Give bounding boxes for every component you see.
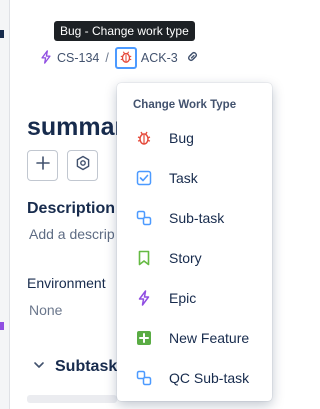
type-tooltip: Bug - Change work type: [54, 21, 195, 41]
environment-value[interactable]: None: [29, 302, 62, 318]
plus-icon: [35, 155, 51, 176]
environment-label: Environment: [27, 275, 106, 291]
menu-item-epic[interactable]: Epic: [117, 278, 272, 318]
epic-icon: [136, 290, 152, 306]
menu-item-label: Story: [169, 250, 202, 266]
issue-title[interactable]: summar: [27, 113, 124, 142]
menu-item-label: Bug: [169, 130, 194, 146]
menu-item-label: New Feature: [169, 330, 250, 346]
hexagon-settings-icon: [75, 155, 91, 176]
menu-item-story[interactable]: Story: [117, 238, 272, 278]
current-issue-key[interactable]: ACK-3: [141, 51, 178, 65]
menu-item-task[interactable]: Task: [117, 158, 272, 198]
subtask-icon: [136, 210, 152, 226]
menu-item-new-feature[interactable]: New Feature: [117, 318, 272, 358]
description-heading: Description: [27, 200, 116, 217]
menu-item-label: Epic: [169, 290, 197, 306]
story-icon: [136, 250, 152, 266]
menu-heading: Change Work Type: [133, 99, 237, 111]
breadcrumb-parent[interactable]: CS-134: [39, 49, 99, 67]
left-edge-mark: [0, 322, 4, 330]
menu-item-qc-sub-task[interactable]: QC Sub-task: [117, 358, 272, 398]
change-work-type-menu: Change Work Type Bug Task Sub-task Story…: [117, 83, 272, 401]
epic-icon: [39, 49, 53, 67]
left-edge-panel: [0, 0, 10, 409]
apps-button[interactable]: [67, 150, 98, 181]
change-type-button[interactable]: [114, 47, 137, 69]
task-icon: [136, 170, 152, 186]
menu-item-sub-task[interactable]: Sub-task: [117, 198, 272, 238]
breadcrumb-separator: /: [105, 51, 109, 65]
menu-item-label: Task: [169, 170, 198, 186]
subtasks-heading: Subtask: [55, 358, 118, 375]
link-icon[interactable]: [185, 49, 200, 67]
bug-icon: [136, 130, 152, 146]
description-field[interactable]: Add a descrip: [29, 226, 115, 242]
bug-icon: [119, 50, 133, 67]
menu-item-label: Sub-task: [169, 210, 225, 226]
menu-item-bug[interactable]: Bug: [117, 118, 272, 158]
subtasks-section[interactable]: Subtask: [33, 358, 117, 376]
chevron-down-icon[interactable]: [33, 358, 45, 376]
breadcrumb-current: ACK-3: [114, 47, 200, 69]
breadcrumb: CS-134 / ACK-3: [39, 47, 200, 69]
left-edge-mark: [0, 30, 4, 38]
add-button[interactable]: [27, 150, 58, 181]
menu-item-label: QC Sub-task: [169, 370, 250, 386]
qc-subtask-icon: [136, 370, 152, 386]
parent-issue-key[interactable]: CS-134: [57, 51, 99, 65]
subtasks-progress-bar: [27, 395, 117, 403]
new-feature-icon: [136, 330, 152, 346]
